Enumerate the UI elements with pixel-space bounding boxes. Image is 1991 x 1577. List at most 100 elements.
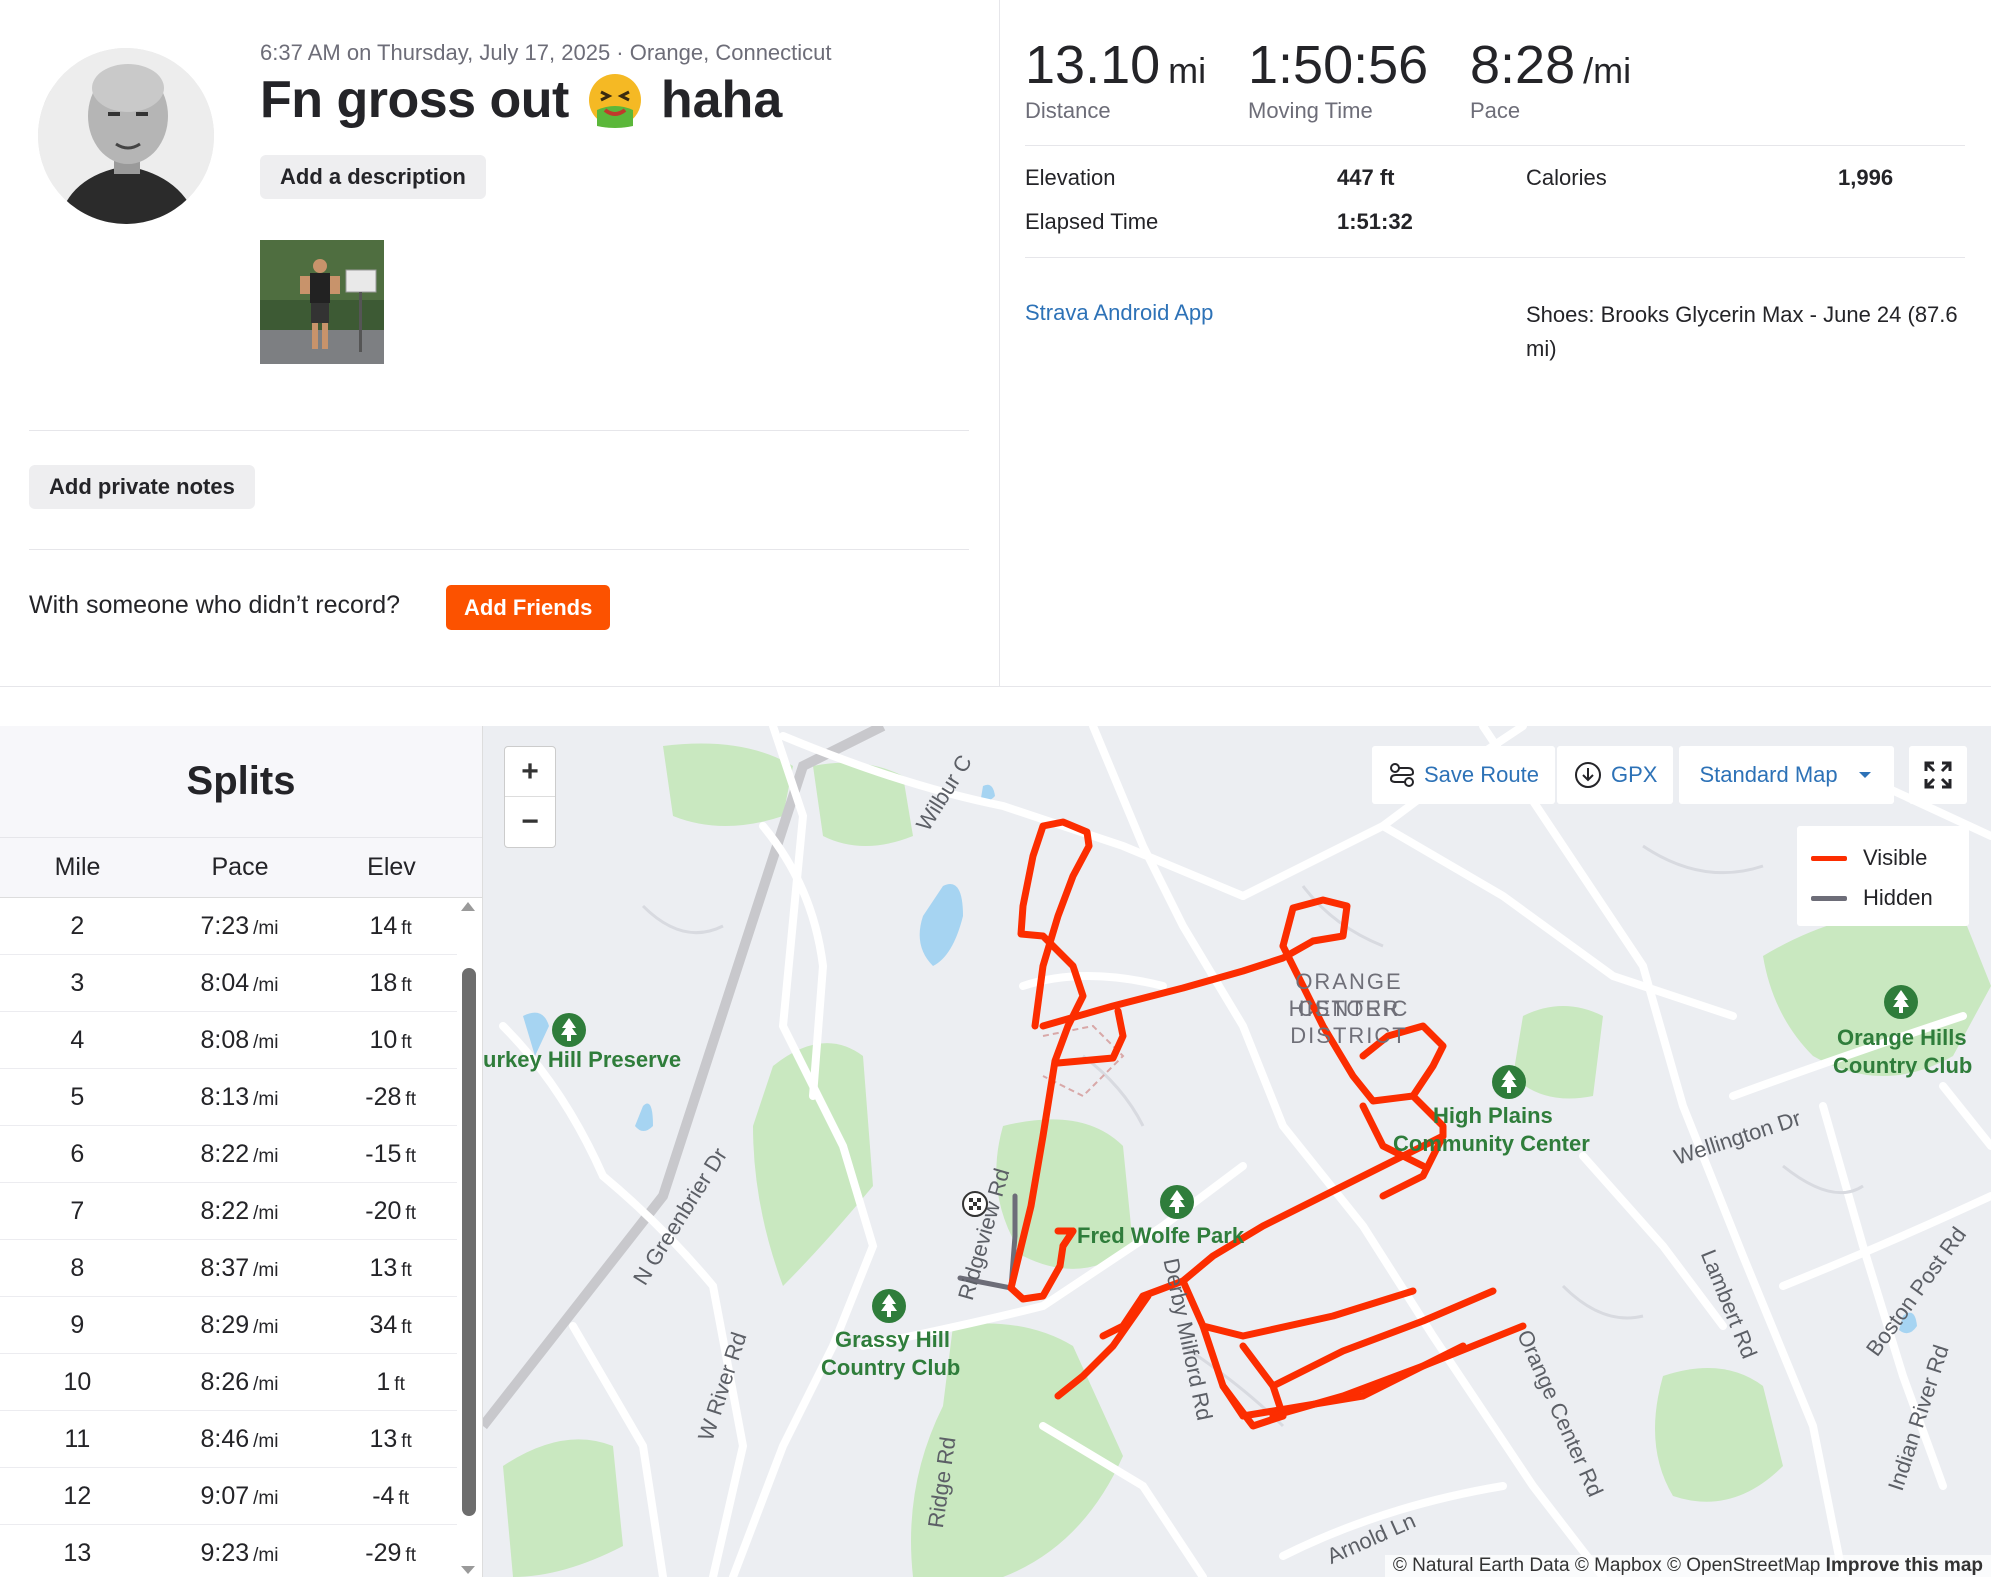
route-legend: Visible Hidden [1797,826,1969,926]
distance-value: 13.10 [1025,35,1161,95]
title-text-end: haha [660,71,783,129]
split-row: 12 9:07/mi -4 ft [0,1468,457,1525]
split-mile: 5 [70,1082,85,1111]
moving-time-value: 1:50:56 [1248,35,1429,95]
zoom-control: + − [504,746,556,848]
activity-photo-thumbnail[interactable] [260,240,384,364]
legend-hidden: Hidden [1811,878,1955,918]
split-elev: -20 ft [365,1196,416,1225]
col-elev: Elev [367,853,416,881]
pace-value: 8:28 [1470,35,1576,95]
split-pace: 9:07/mi [200,1481,279,1510]
activity-meta: 6:37 AM on Thursday, July 17, 2025 · Ora… [260,40,832,65]
split-elev: -28 ft [365,1082,416,1111]
legend-hidden-label: Hidden [1863,885,1933,910]
splits-title: Splits [186,759,296,803]
split-mile: 13 [63,1538,92,1567]
zoom-in-button[interactable]: + [505,747,555,797]
grassy-hill-label-1: Grassy Hill [835,1327,950,1352]
district-label-3: DISTRICT [1290,1023,1408,1048]
split-mile: 8 [70,1253,85,1282]
park-tree-icon [1492,1065,1526,1099]
calories-label: Calories [1526,165,1607,190]
split-elev: -15 ft [365,1139,416,1168]
split-row: 9 8:29/mi 34 ft [0,1297,457,1354]
park-tree-icon [872,1289,906,1323]
map-attribution: © Natural Earth Data © Mapbox © OpenStre… [1384,1555,1991,1577]
split-mile: 2 [70,911,85,940]
orange-hills-label-1: Orange Hills [1837,1025,1967,1050]
nauseated-face-icon [588,74,641,128]
split-pace: 8:22/mi [200,1139,279,1168]
save-route-button[interactable]: Save Route [1372,746,1555,804]
split-pace: 8:26/mi [200,1367,279,1396]
add-friends-button[interactable]: Add Friends [446,585,611,630]
splits-rows: 2 7:23/mi 14 ft 3 8:04/mi 18 ft 4 8:08/mi 10 ft 5 8:1… [0,898,482,1577]
divider [29,430,969,431]
title-text-start: Fn gross out [260,71,569,129]
split-elev: 14 ft [369,911,412,940]
scroll-down-arrow-icon[interactable] [458,1564,478,1576]
photo-image [260,240,384,364]
fullscreen-icon [1924,761,1952,789]
split-elev: -29 ft [365,1538,416,1567]
col-mile: Mile [54,853,101,881]
map-style-select[interactable]: Standard Map [1679,746,1894,804]
calories-value: 1,996 [1838,165,1894,190]
scroll-up-arrow-icon[interactable] [458,898,478,914]
divider [29,549,969,550]
fullscreen-button[interactable] [1909,746,1967,804]
gpx-button[interactable]: GPX [1556,746,1674,804]
park-tree-icon [1884,985,1918,1019]
high-plains-label-2: Community Center [1393,1131,1590,1156]
splits-scrollbar[interactable] [462,968,476,1516]
improve-map-link[interactable]: Improve this map [1826,1555,1983,1576]
split-row: 2 7:23/mi 14 ft [0,898,457,955]
stat-distance: 13.10 mi Distance [1025,34,1206,124]
moving-time-label: Moving Time [1248,98,1373,123]
turkey-hill-label: urkey Hill Preserve [483,1047,682,1072]
avatar-photo [38,48,214,224]
add-description-button[interactable]: Add a description [260,155,486,199]
pace-unit: /mi [1583,50,1632,91]
route-icon [1389,763,1415,787]
split-pace: 9:23/mi [200,1538,279,1567]
activity-title[interactable]: Fn gross out haha [260,70,782,130]
stat-pace: 8:28/mi Pace [1470,34,1631,124]
split-elev: 10 ft [369,1025,412,1054]
add-private-notes-button[interactable]: Add private notes [29,465,255,509]
split-pace: 8:08/mi [200,1025,279,1054]
pace-label: Pace [1470,98,1521,123]
caret-down-icon [1858,772,1871,778]
elapsed-time-label: Elapsed Time [1025,209,1159,234]
splits-panel: Splits Mile Pace Elev 2 7:23/mi 14 ft 3 8:04/… [0,726,483,1577]
elevation-label: Elevation [1025,165,1116,190]
split-pace: 8:29/mi [200,1310,279,1339]
split-mile: 7 [70,1196,85,1225]
split-row: 3 8:04/mi 18 ft [0,955,457,1012]
split-pace: 8:13/mi [200,1082,279,1111]
split-row: 4 8:08/mi 10 ft [0,1012,457,1069]
split-pace: 8:46/mi [200,1424,279,1453]
legend-visible-label: Visible [1863,845,1928,870]
download-icon [1574,762,1601,788]
route-map[interactable]: urkey Hill Preserve High Plains Communit… [483,726,1991,1577]
split-mile: 6 [70,1139,85,1168]
district-label-2: HISTORIC [1288,996,1410,1021]
legend-visible: Visible [1811,838,1955,878]
split-row: 7 8:22/mi -20 ft [0,1183,457,1240]
elevation-value: 447 ft [1337,165,1395,190]
split-row: 10 8:26/mi 1 ft [0,1354,457,1411]
distance-unit: mi [1168,50,1207,91]
high-plains-label-1: High Plains [1433,1103,1553,1128]
athlete-avatar[interactable]: M [38,48,214,224]
orange-hills-label-2: Country Club [1833,1053,1973,1078]
device-link[interactable]: Strava Android App [1025,300,1213,326]
column-divider [999,0,1000,686]
map-toolbar: Save Route GPX Standard Map [1372,746,1894,804]
split-elev: 13 ft [369,1424,412,1453]
split-row: 5 8:13/mi -28 ft [0,1069,457,1126]
shoes-info: Shoes: Brooks Glycerin Max - June 24 (87… [1526,302,1958,361]
split-elev: 1 ft [376,1367,405,1396]
zoom-out-button[interactable]: − [505,797,555,847]
